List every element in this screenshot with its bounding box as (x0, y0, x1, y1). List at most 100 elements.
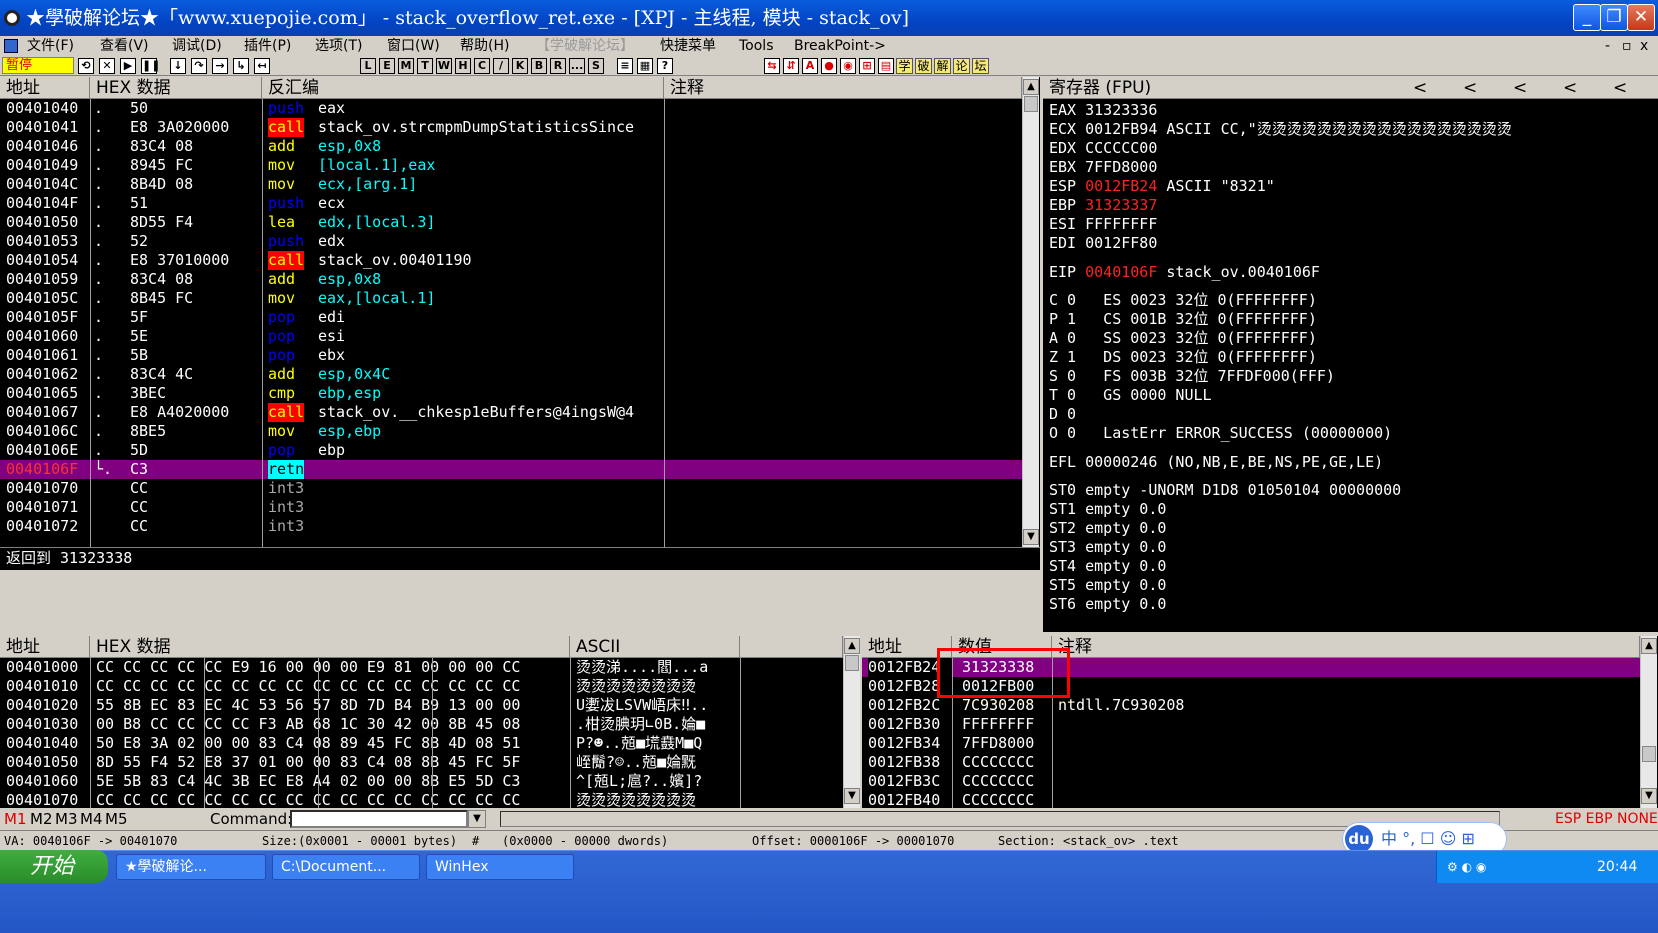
register-line[interactable]: EFL 00000246 (NO,NB,E,BE,NS,PE,GE,LE) (1049, 453, 1658, 472)
register-line[interactable]: ST2 empty 0.0 (1049, 519, 1658, 538)
register-value[interactable]: empty (1085, 500, 1130, 518)
dump-row[interactable]: 00401000 CC CC CC CC CC E9 16 00 00 00 E9… (0, 658, 843, 677)
mark-m1[interactable]: M1 (4, 808, 27, 830)
toolbar-button[interactable]: ❚❚ (141, 58, 160, 74)
register-value[interactable]: CCCCCC00 (1085, 139, 1157, 157)
reg-nav-prev[interactable]: < (1613, 77, 1627, 99)
scroll-up-arrow[interactable]: ▲ (1023, 79, 1039, 95)
command-input[interactable] (290, 810, 468, 828)
menu-breakpoint[interactable]: BreakPoint-> (794, 36, 886, 56)
mark-m5[interactable]: M5 (105, 808, 128, 830)
disasm-row[interactable]: 00401040. 50 push eax (0, 99, 1022, 118)
register-value[interactable]: empty (1085, 519, 1130, 537)
stack-row[interactable]: 0012FB30 FFFFFFFF (862, 715, 1640, 734)
disasm-row[interactable]: 0040106F └. C3 retn (0, 460, 1022, 479)
register-line[interactable]: A 0 SS 0023 32位 0(FFFFFFFF) (1049, 329, 1658, 348)
dump-row[interactable]: 00401010 CC CC CC CC CC CC CC CC CC CC CC… (0, 677, 843, 696)
register-line[interactable]: C 0 ES 0023 32位 0(FFFFFFFF) (1049, 291, 1658, 310)
col-disasm[interactable]: 反汇编 (262, 77, 664, 99)
plugin-button[interactable]: ▤ (878, 58, 894, 74)
register-line[interactable]: EAX 31323336 (1049, 101, 1658, 120)
window-button[interactable]: B (531, 58, 547, 74)
stack-row[interactable]: 0012FB2C 7C930208 ntdll.7C930208 (862, 696, 1640, 715)
dump-row[interactable]: 00401030 00 B8 CC CC CC CC F3 AB 68 1C 30… (0, 715, 843, 734)
toolbar-button[interactable]: ? (657, 58, 673, 74)
disasm-row[interactable]: 00401067. E8 A4020000 call stack_ov.__chkes… (0, 403, 1022, 422)
forum-button[interactable]: 学 (896, 58, 913, 74)
menu-view[interactable]: 查看(V) (100, 36, 149, 56)
maximize-button[interactable]: ❐ (1600, 4, 1628, 31)
register-value[interactable]: empty (1085, 576, 1130, 594)
system-menu-icon[interactable] (4, 39, 18, 53)
disasm-row[interactable]: 00401049. 8945 FC mov [local.1],eax (0, 156, 1022, 175)
toolbar-button[interactable]: ▦ (637, 58, 653, 74)
baidu-ime-logo[interactable]: du (1345, 825, 1373, 853)
forum-button[interactable]: 论 (953, 58, 970, 74)
disasm-row[interactable]: 0040106C. 8BE5 mov esp,ebp (0, 422, 1022, 441)
register-line[interactable]: S 0 FS 003B 32位 7FFDF000(FFF) (1049, 367, 1658, 386)
scroll-down-arrow[interactable]: ▼ (1023, 529, 1039, 545)
reg-nav-prev[interactable]: < (1463, 77, 1477, 99)
disasm-row[interactable]: 00401053. 52 push edx (0, 232, 1022, 251)
register-line[interactable]: ESP 0012FB24 ASCII "8321" (1049, 177, 1658, 196)
menu-window[interactable]: 窗口(W) (387, 36, 440, 56)
disassembly-listing[interactable]: 00401040. 50 push eax 00401041. E8 3A020000 ca… (0, 99, 1022, 547)
stack-row[interactable]: 0012FB40 CCCCCCCC (862, 791, 1640, 808)
mark-m2[interactable]: M2 (30, 808, 53, 830)
disasm-row[interactable]: 00401060. 5E pop esi (0, 327, 1022, 346)
menu-shortcuts[interactable]: 快捷菜单 (660, 36, 716, 56)
register-line[interactable]: T 0 GS 0000 NULL (1049, 386, 1658, 405)
plugin-button[interactable]: ◉ (840, 58, 856, 74)
register-value[interactable]: 7FFD8000 (1085, 158, 1157, 176)
menu-file[interactable]: 文件(F) (27, 36, 74, 56)
forum-button[interactable]: 坛 (972, 58, 989, 74)
menu-tools[interactable]: Tools (739, 36, 774, 56)
plugin-button[interactable]: A (802, 58, 818, 74)
disasm-row[interactable]: 00401071 CC int3 (0, 498, 1022, 517)
window-button[interactable]: M (398, 58, 414, 74)
mark-m4[interactable]: M4 (80, 808, 103, 830)
register-line[interactable]: ST3 empty 0.0 (1049, 538, 1658, 557)
task-cmd[interactable]: C:\Document... (272, 854, 420, 880)
disasm-row[interactable]: 00401072 CC int3 (0, 517, 1022, 536)
dump-row[interactable]: 00401060 5E 5B 83 C4 4C 3B EC E8 A4 02 00… (0, 772, 843, 791)
col-hex[interactable]: HEX 数据 (90, 636, 570, 658)
stack-row[interactable]: 0012FB38 CCCCCCCC (862, 753, 1640, 772)
window-button[interactable]: ... (569, 58, 585, 74)
task-winhex[interactable]: WinHex (426, 854, 574, 880)
mdi-close[interactable]: x (1640, 36, 1648, 56)
toolbar-button[interactable]: ✕ (99, 58, 115, 74)
reg-shortcuts[interactable]: ESP EBP NONE (1555, 808, 1658, 830)
reg-nav-prev[interactable]: < (1413, 77, 1427, 99)
scroll-up-arrow[interactable]: ▲ (844, 638, 860, 654)
disasm-row[interactable]: 00401062. 83C4 4C add esp,0x4C (0, 365, 1022, 384)
disasm-row[interactable]: 00401041. E8 3A020000 call stack_ov.strcmpm… (0, 118, 1022, 137)
register-value[interactable]: 0040106F (1085, 263, 1157, 281)
register-line[interactable]: ST4 empty 0.0 (1049, 557, 1658, 576)
register-value[interactable]: empty (1085, 538, 1130, 556)
disasm-row[interactable]: 0040106E. 5D pop ebp (0, 441, 1022, 460)
scroll-thumb[interactable] (845, 655, 859, 671)
window-button[interactable]: T (417, 58, 433, 74)
mdi-minimize[interactable]: - (1605, 36, 1610, 56)
register-line[interactable]: ST5 empty 0.0 (1049, 576, 1658, 595)
register-line[interactable]: D 0 (1049, 405, 1658, 424)
toolbar-button[interactable]: ⟲ (78, 58, 94, 74)
disasm-row[interactable]: 00401065. 3BEC cmp ebp,esp (0, 384, 1022, 403)
register-line[interactable]: Z 1 DS 0023 32位 0(FFFFFFFF) (1049, 348, 1658, 367)
menu-plugins[interactable]: 插件(P) (244, 36, 291, 56)
stack-scrollbar[interactable]: ▲ ▼ (1640, 636, 1657, 808)
dump-listing[interactable]: 00401000 CC CC CC CC CC E9 16 00 00 00 E9… (0, 658, 843, 808)
register-line[interactable]: ESI FFFFFFFF (1049, 215, 1658, 234)
register-line[interactable]: ECX 0012FB94 ASCII CC,"烫烫烫烫烫烫烫烫烫烫烫烫烫烫烫烫烫 (1049, 120, 1658, 139)
disasm-row[interactable]: 00401070 CC int3 (0, 479, 1022, 498)
window-button[interactable]: E (379, 58, 395, 74)
reg-nav-prev[interactable]: < (1513, 77, 1527, 99)
register-line[interactable]: EBP 31323337 (1049, 196, 1658, 215)
menu-help[interactable]: 帮助(H) (460, 36, 509, 56)
toolbar-button[interactable]: ↷ (191, 58, 207, 74)
window-button[interactable]: C (474, 58, 490, 74)
col-address[interactable]: 地址 (0, 636, 90, 658)
disasm-row[interactable]: 00401059. 83C4 08 add esp,0x8 (0, 270, 1022, 289)
toolbar-button[interactable]: ▶ (120, 58, 136, 74)
